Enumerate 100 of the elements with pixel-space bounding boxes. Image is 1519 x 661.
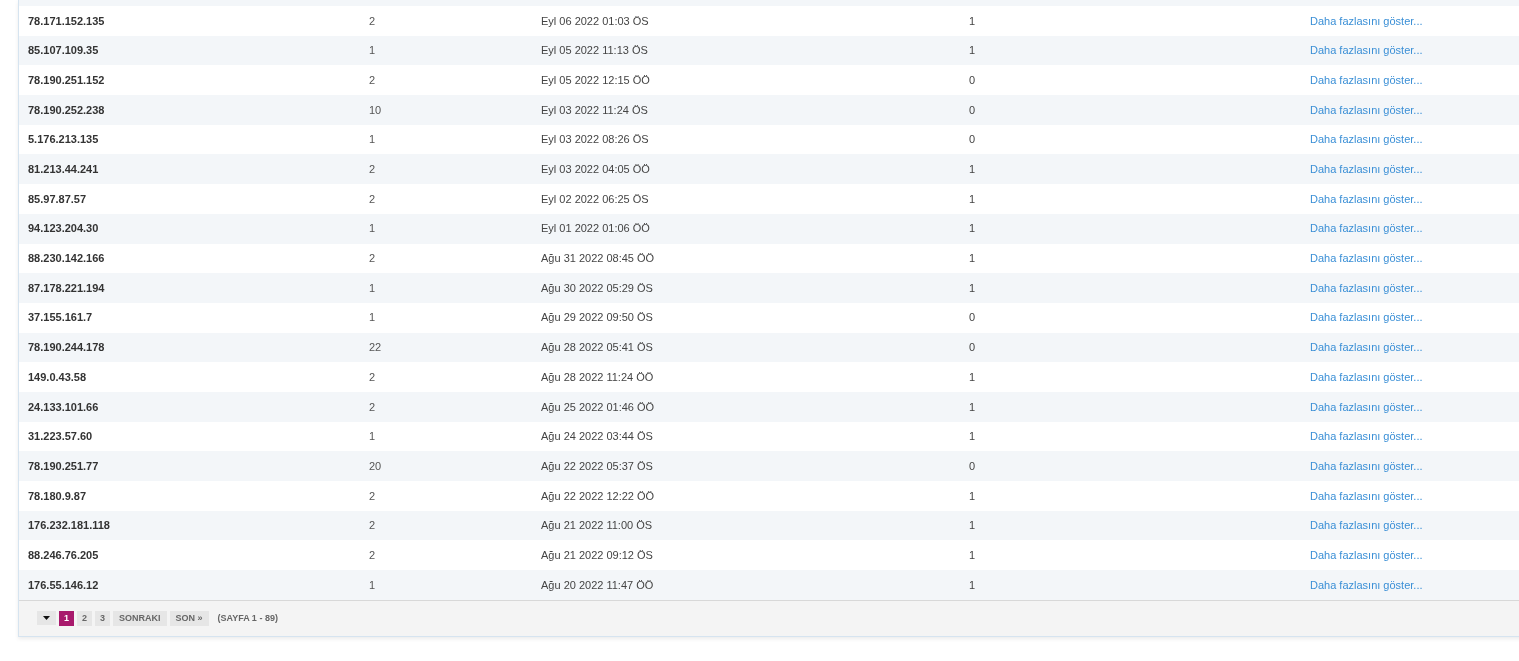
show-more-link[interactable]: Daha fazlasını göster... bbox=[1310, 339, 1519, 356]
ip-address: 85.97.87.57 bbox=[28, 191, 88, 207]
table-cell-text: 1 bbox=[969, 162, 977, 178]
ip-address: 88.246.76.205 bbox=[28, 547, 100, 563]
show-more-link[interactable]: Daha fazlasını göster... bbox=[1310, 42, 1519, 59]
ip-address: 78.190.252.238 bbox=[28, 102, 106, 118]
count-value: 2 bbox=[369, 547, 377, 563]
count-value: 2 bbox=[369, 162, 377, 178]
count-value: 2 bbox=[369, 13, 377, 29]
date-value: Ağu 25 2022 01:46 ÖÖ bbox=[541, 399, 656, 415]
date-value: Ağu 30 2022 05:29 ÖS bbox=[541, 280, 654, 296]
table-cell-text: 1 bbox=[969, 251, 977, 267]
date-value: Ağu 31 2022 08:45 ÖÖ bbox=[541, 251, 656, 267]
ip-address: 24.133.101.66 bbox=[28, 399, 100, 415]
table-cell-text: 1 bbox=[969, 547, 977, 563]
date-value: Eyl 03 2022 04:05 ÖÖ bbox=[541, 162, 651, 178]
ip-address: 176.55.146.12 bbox=[28, 577, 100, 593]
table-cell-text: 0 bbox=[969, 72, 977, 88]
ip-address: 81.213.44.241 bbox=[28, 162, 100, 178]
count-value: 2 bbox=[369, 72, 377, 88]
table-cell-text: 1 bbox=[969, 488, 977, 504]
count-value: 1 bbox=[369, 429, 377, 445]
table-cell-text: 1 bbox=[969, 221, 977, 237]
date-value: Eyl 05 2022 12:15 ÖÖ bbox=[541, 72, 651, 88]
show-more-link[interactable]: Daha fazlasını göster... bbox=[1310, 161, 1519, 178]
show-more-link[interactable]: Daha fazlasını göster... bbox=[1310, 12, 1519, 30]
ip-address: 88.230.142.166 bbox=[28, 251, 106, 267]
ip-address: 78.180.9.87 bbox=[28, 488, 88, 504]
count-value: 1 bbox=[369, 280, 377, 296]
next-button[interactable]: SONRAKI bbox=[113, 610, 167, 626]
show-more-link[interactable]: Daha fazlasını göster... bbox=[1310, 457, 1519, 475]
show-more-link[interactable]: Daha fazlasını göster... bbox=[1310, 546, 1519, 564]
table-cell-text: 1 bbox=[969, 280, 977, 296]
date-value: Ağu 28 2022 11:24 ÖÖ bbox=[541, 369, 655, 385]
date-value: Eyl 03 2022 08:26 ÖS bbox=[541, 132, 650, 148]
count-value: 1 bbox=[369, 132, 377, 148]
date-value: Ağu 21 2022 09:12 ÖS bbox=[541, 547, 654, 563]
count-value: 1 bbox=[369, 577, 377, 593]
show-more-link[interactable]: Daha fazlasını göster... bbox=[1310, 101, 1519, 119]
date-value: Ağu 24 2022 03:44 ÖS bbox=[541, 429, 654, 445]
page-button[interactable]: 2 bbox=[77, 610, 92, 626]
table-cell-text: 1 bbox=[969, 369, 977, 385]
date-value: Eyl 05 2022 11:13 ÖS bbox=[541, 43, 649, 59]
page-button[interactable]: 1 bbox=[59, 610, 74, 626]
show-more-link[interactable]: Daha fazlasını göster... bbox=[1310, 517, 1519, 534]
count-value: 2 bbox=[369, 399, 377, 415]
count-value: 2 bbox=[369, 191, 377, 207]
date-value: Ağu 29 2022 09:50 ÖS bbox=[541, 310, 654, 326]
show-more-link[interactable]: Daha fazlasını göster... bbox=[1310, 576, 1519, 594]
table-cell-text: 0 bbox=[969, 132, 977, 148]
ip-address: 78.171.152.135 bbox=[28, 13, 106, 29]
ip-address: 78.190.251.152 bbox=[28, 72, 106, 88]
table-cell-text: 0 bbox=[969, 310, 977, 326]
count-value: 2 bbox=[369, 251, 377, 267]
date-value: Ağu 22 2022 12:22 ÖÖ bbox=[541, 488, 656, 504]
count-value: 2 bbox=[369, 488, 377, 504]
table-cell-text: 0 bbox=[969, 102, 977, 118]
show-more-link[interactable]: Daha fazlasını göster... bbox=[1310, 487, 1519, 505]
dropdown-button[interactable] bbox=[37, 611, 56, 626]
show-more-link[interactable]: Daha fazlasını göster... bbox=[1310, 71, 1519, 89]
table-cell-text: 1 bbox=[969, 191, 977, 207]
show-more-link[interactable]: Daha fazlasını göster... bbox=[1310, 398, 1519, 416]
ip-address: 85.107.109.35 bbox=[28, 43, 100, 59]
ip-address: 31.223.57.60 bbox=[28, 429, 94, 445]
ip-address: 78.190.244.178 bbox=[28, 340, 106, 356]
count-value: 2 bbox=[369, 518, 377, 534]
table-cell-text: 1 bbox=[969, 429, 977, 445]
show-more-link[interactable]: Daha fazlasını göster... bbox=[1310, 131, 1519, 148]
table-cell-text: 1 bbox=[969, 43, 977, 59]
ip-address: 87.178.221.194 bbox=[28, 280, 106, 296]
count-value: 20 bbox=[369, 458, 383, 474]
date-value: Ağu 28 2022 05:41 ÖS bbox=[541, 340, 654, 356]
count-value: 2 bbox=[369, 369, 377, 385]
page-button[interactable]: 3 bbox=[95, 610, 110, 626]
show-more-link[interactable]: Daha fazlasını göster... bbox=[1310, 428, 1519, 445]
count-value: 22 bbox=[369, 340, 383, 356]
date-value: Ağu 20 2022 11:47 ÖÖ bbox=[541, 577, 655, 593]
date-value: Eyl 06 2022 01:03 ÖS bbox=[541, 13, 650, 29]
ip-address: 176.232.181.118 bbox=[28, 518, 111, 534]
ip-address: 5.176.213.135 bbox=[28, 132, 100, 148]
table-cell-text: 1 bbox=[969, 518, 977, 534]
ip-address: 149.0.43.58 bbox=[28, 369, 88, 385]
ip-address: 37.155.161.7 bbox=[28, 310, 94, 326]
table-cell-text: 1 bbox=[969, 13, 977, 29]
date-value: Ağu 21 2022 11:00 ÖS bbox=[541, 518, 654, 534]
count-value: 10 bbox=[369, 102, 383, 118]
table-cell-text: 0 bbox=[969, 458, 977, 474]
ip-address: 94.123.204.30 bbox=[28, 221, 100, 237]
last-button[interactable]: SON » bbox=[169, 610, 209, 626]
count-value: 1 bbox=[369, 43, 377, 59]
show-more-link[interactable]: Daha fazlasını göster... bbox=[1310, 309, 1519, 326]
show-more-link[interactable]: Daha fazlasını göster... bbox=[1310, 190, 1519, 208]
show-more-link[interactable]: Daha fazlasını göster... bbox=[1310, 220, 1519, 237]
table-cell-text: 1 bbox=[969, 399, 977, 415]
date-value: Eyl 01 2022 01:06 ÖÖ bbox=[541, 221, 651, 237]
show-more-link[interactable]: Daha fazlasını göster... bbox=[1310, 250, 1519, 267]
date-value: Ağu 22 2022 05:37 ÖS bbox=[541, 458, 654, 474]
show-more-link[interactable]: Daha fazlasını göster... bbox=[1310, 368, 1519, 386]
count-value: 1 bbox=[369, 310, 377, 326]
show-more-link[interactable]: Daha fazlasını göster... bbox=[1310, 279, 1519, 297]
